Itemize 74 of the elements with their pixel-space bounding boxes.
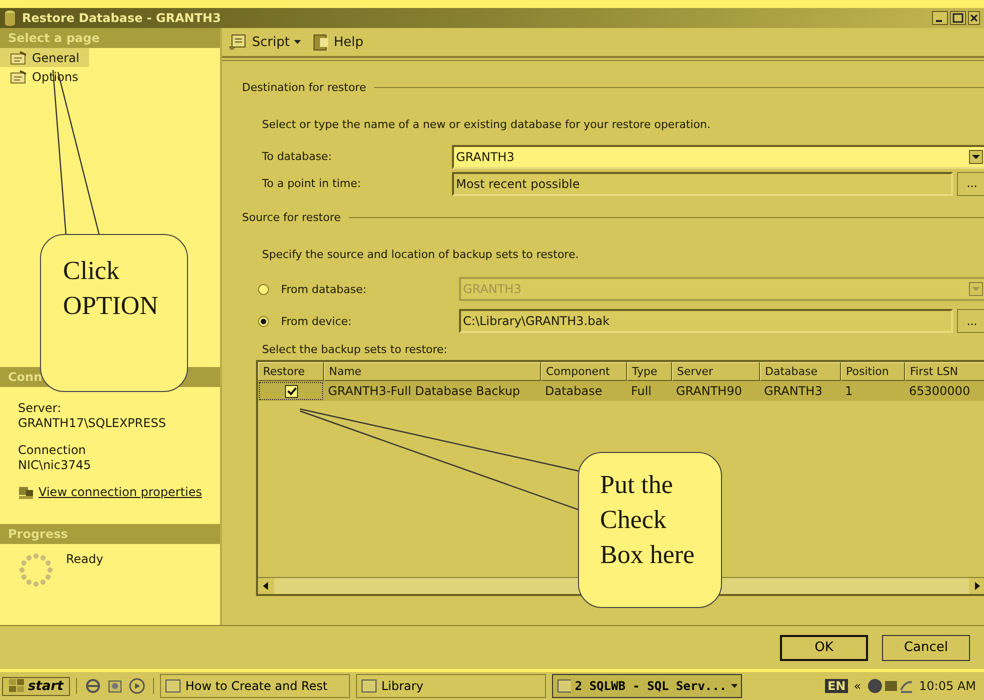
section-header: Progress bbox=[0, 524, 220, 544]
radio-button[interactable] bbox=[258, 316, 269, 326]
column-header[interactable]: Component bbox=[541, 362, 627, 381]
radio-label: From database: bbox=[281, 282, 368, 296]
taskbar-button[interactable]: Library bbox=[356, 674, 546, 698]
table-cell-text: 65300000 bbox=[908, 384, 972, 398]
clock: 10:05 AM bbox=[919, 679, 976, 693]
taskbar-button[interactable]: 2 SQLWB - SQL Serv... bbox=[552, 674, 742, 698]
help-button[interactable]: Help bbox=[312, 33, 364, 51]
point-in-time-field[interactable]: Most recent possible bbox=[452, 172, 953, 196]
column-header[interactable]: First LSN bbox=[905, 362, 984, 381]
window-icon bbox=[165, 679, 182, 693]
book-icon bbox=[312, 33, 330, 51]
column-header[interactable]: Restore bbox=[258, 362, 324, 381]
radio-label: From device: bbox=[281, 314, 353, 328]
page-icon bbox=[10, 70, 28, 84]
server-name: GRANTH17\SQLEXPRESS bbox=[18, 416, 167, 431]
table-cell-text: Database bbox=[544, 384, 604, 398]
connection-user: NIC\nic3745 bbox=[18, 458, 92, 473]
checkbox[interactable] bbox=[284, 384, 298, 398]
page-icon bbox=[10, 50, 28, 64]
script-button[interactable]: Script bbox=[228, 33, 302, 51]
caret-icon bbox=[730, 683, 738, 689]
instruction-text: Specify the source and location of backup sets to restore. bbox=[262, 248, 580, 261]
language-indicator[interactable]: EN bbox=[825, 679, 848, 693]
column-header[interactable]: Position bbox=[841, 362, 905, 381]
column-header[interactable]: Type bbox=[627, 362, 672, 381]
window-title: Restore Database - GRANTH3 bbox=[22, 11, 221, 25]
column-header[interactable]: Server bbox=[672, 362, 760, 381]
connection-label: Connection bbox=[18, 443, 87, 458]
computers-icon bbox=[18, 486, 33, 500]
page-item[interactable]: General bbox=[0, 48, 90, 67]
close-icon[interactable] bbox=[968, 11, 980, 25]
server-label: Server: bbox=[18, 401, 62, 416]
table-cell-text: Full bbox=[630, 384, 653, 398]
dialog-button[interactable]: OK bbox=[780, 634, 868, 660]
group-header: Destination for restore bbox=[242, 81, 366, 94]
instruction-text: Select or type the name of a new or existing database for your restore operation. bbox=[262, 118, 712, 131]
scroll-icon bbox=[228, 33, 248, 51]
table-cell-text: GRANTH90 bbox=[675, 384, 743, 398]
grid-label: Select the backup sets to restore: bbox=[262, 343, 448, 356]
window-icon bbox=[557, 679, 571, 693]
connection-properties-link[interactable]: View connection properties bbox=[38, 485, 202, 500]
group-header: Source for restore bbox=[242, 211, 341, 224]
tray-chevron[interactable]: « bbox=[854, 679, 862, 693]
table-cell-text: 1 bbox=[844, 384, 854, 398]
window-icon bbox=[361, 679, 378, 693]
scroll-right-icon[interactable] bbox=[969, 578, 984, 594]
table-cell-text: GRANTH3-Full Database Backup bbox=[327, 384, 522, 398]
maximize-icon[interactable] bbox=[950, 11, 966, 25]
minimize-icon[interactable] bbox=[932, 11, 948, 25]
column-header[interactable]: Database bbox=[760, 362, 841, 381]
database-dropdown[interactable]: GRANTH3 bbox=[452, 144, 984, 168]
field-label: To a point in time: bbox=[262, 177, 362, 190]
start-button[interactable]: start bbox=[2, 676, 70, 696]
callout-tooltip: Put the Check Box here bbox=[578, 452, 722, 608]
section-header: Select a page bbox=[0, 28, 220, 48]
callout-tooltip: Click OPTION bbox=[40, 234, 188, 392]
field-label: To database: bbox=[262, 150, 333, 163]
caret-icon bbox=[294, 39, 302, 45]
taskbar-button[interactable]: How to Create and Rest bbox=[160, 674, 350, 698]
column-header[interactable]: Name bbox=[324, 362, 541, 381]
scroll-left-icon[interactable] bbox=[258, 578, 274, 594]
database-icon bbox=[4, 10, 16, 26]
progress-status: Ready bbox=[66, 552, 104, 566]
device-path-field[interactable]: C:\Library\GRANTH3.bak bbox=[459, 309, 953, 333]
dialog-button[interactable]: Cancel bbox=[882, 634, 970, 660]
windows-logo-icon bbox=[9, 679, 25, 693]
spinner-icon bbox=[18, 552, 54, 588]
play-icon[interactable] bbox=[129, 678, 146, 694]
table-cell-text: GRANTH3 bbox=[763, 384, 824, 398]
browse-button[interactable]: ... bbox=[957, 309, 984, 333]
tray-icons[interactable] bbox=[867, 678, 914, 694]
browse-button[interactable]: ... bbox=[957, 172, 984, 196]
